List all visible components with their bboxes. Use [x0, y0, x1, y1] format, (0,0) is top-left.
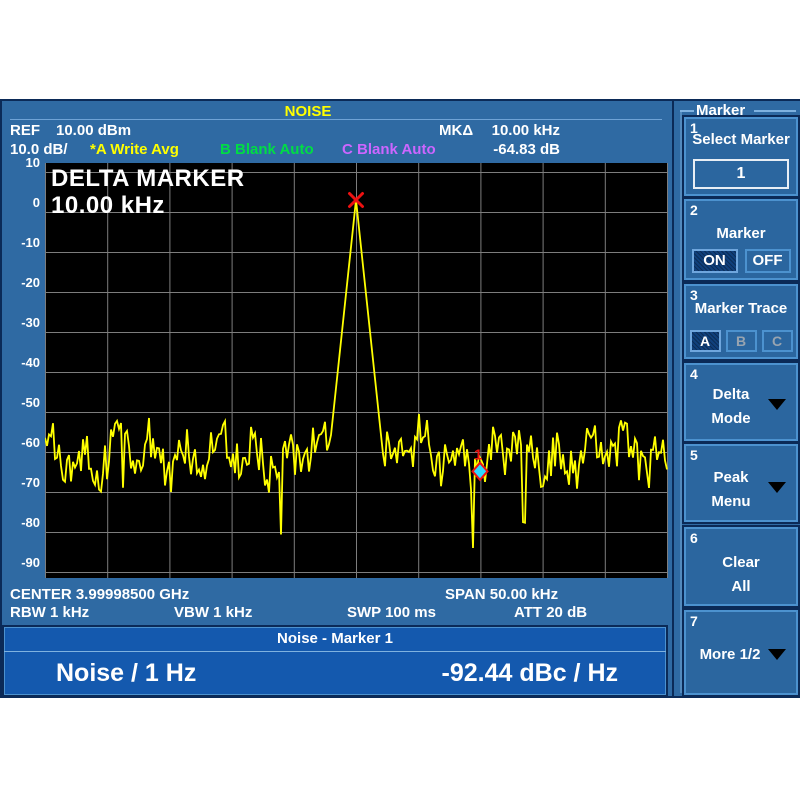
menu-group-border [680, 111, 682, 693]
y-axis-label: -60 [2, 434, 40, 452]
trace-c-status: C Blank Auto [342, 141, 436, 158]
softkey-label: Marker Trace [686, 300, 796, 317]
trace-a-button[interactable]: A [690, 330, 721, 352]
softkey-number: 6 [690, 530, 698, 546]
noise-result-panel: Noise - Marker 1 Noise / 1 Hz -92.44 dBc… [2, 625, 668, 697]
legend-line-right [754, 110, 796, 112]
y-axis-label: 10 [2, 154, 40, 172]
softkey-number: 4 [690, 366, 698, 382]
softkey-marker[interactable]: 2 Marker ON OFF [684, 199, 798, 280]
legend-line-left [680, 110, 694, 112]
dropdown-arrow-icon [768, 399, 786, 410]
center-frequency: CENTER 3.99998500 GHz [10, 586, 189, 603]
softkey-label: More 1/2 [686, 646, 774, 663]
rbw-value: RBW 1 kHz [10, 604, 89, 621]
softkey-number: 7 [690, 613, 698, 629]
span-value: SPAN 50.00 kHz [445, 586, 558, 603]
spectrum-plot: 1 [45, 163, 668, 578]
delta-marker-readout: MKΔ 10.00 kHz [439, 122, 560, 139]
delta-marker-number: 1 [474, 446, 482, 463]
delta-marker-overlay: DELTA MARKER 10.00 kHz [51, 165, 245, 219]
softkey-marker-trace[interactable]: 3 Marker Trace A B C [684, 284, 798, 359]
softkey-label: Clear All [686, 551, 796, 599]
y-axis-label: -20 [2, 274, 40, 292]
attenuation-value: ATT 20 dB [514, 604, 587, 621]
analyzer-screen: NOISE REF 10.00 dBm MKΔ 10.00 kHz 10.0 d… [0, 99, 800, 698]
delta-marker-symbol: MKΔ [439, 122, 473, 139]
softkey-delta-mode[interactable]: 4 Delta Mode [684, 363, 798, 441]
softkey-label: Select Marker [686, 131, 796, 148]
softkey-menu: Marker 1 Select Marker 1 2 Marker ON OFF… [672, 101, 800, 696]
sweep-value: SWP 100 ms [347, 604, 436, 621]
y-axis-label: -90 [2, 554, 40, 572]
y-axis-label: -40 [2, 354, 40, 372]
softkey-number: 2 [690, 202, 698, 218]
y-axis-label: -30 [2, 314, 40, 332]
marker-number-field: 1 [693, 159, 789, 189]
trace-select-group: A B C [686, 330, 796, 352]
screen-title: NOISE [2, 103, 614, 120]
softkey-clear-all[interactable]: 6 Clear All [684, 527, 798, 606]
dropdown-arrow-icon [768, 649, 786, 660]
softkey-number: 5 [690, 447, 698, 463]
noise-result-row: Noise / 1 Hz -92.44 dBc / Hz [4, 652, 666, 695]
softkey-peak-menu[interactable]: 5 Peak Menu [684, 444, 798, 522]
ref-value: 10.00 dBm [56, 122, 131, 139]
y-axis-label: -10 [2, 234, 40, 252]
overlay-line2: 10.00 kHz [51, 192, 245, 219]
overlay-line1: DELTA MARKER [51, 165, 245, 192]
softkey-select-marker[interactable]: 1 Select Marker 1 [684, 117, 798, 196]
softkey-label: Marker [686, 225, 796, 242]
vbw-value: VBW 1 kHz [174, 604, 252, 621]
ref-label: REF [10, 122, 40, 139]
spectrum-plot-area: 1 DELTA MARKER 10.00 kHz [45, 163, 668, 578]
marker-off-button[interactable]: OFF [745, 249, 791, 273]
noise-result-value: -92.44 dBc / Hz [442, 659, 618, 688]
marker-on-button[interactable]: ON [692, 249, 738, 273]
softkey-more[interactable]: 7 More 1/2 [684, 610, 798, 695]
delta-marker-frequency: 10.00 kHz [492, 122, 560, 139]
trace-b-button[interactable]: B [726, 330, 757, 352]
trace-b-status: B Blank Auto [220, 141, 314, 158]
noise-result-label: Noise / 1 Hz [56, 659, 196, 688]
y-axis-label: 0 [2, 194, 40, 212]
y-axis-label: -70 [2, 474, 40, 492]
noise-result-title: Noise - Marker 1 [4, 627, 666, 652]
dropdown-arrow-icon [768, 482, 786, 493]
y-axis-label: -50 [2, 394, 40, 412]
page-background: NOISE REF 10.00 dBm MKΔ 10.00 kHz 10.0 d… [0, 0, 800, 800]
trace-a-status: *A Write Avg [90, 141, 179, 158]
delta-marker-level: -64.83 dB [439, 141, 560, 158]
title-separator [10, 119, 662, 120]
marker-on-off-toggle: ON OFF [686, 249, 796, 273]
trace-c-button[interactable]: C [762, 330, 793, 352]
y-axis-label: -80 [2, 514, 40, 532]
